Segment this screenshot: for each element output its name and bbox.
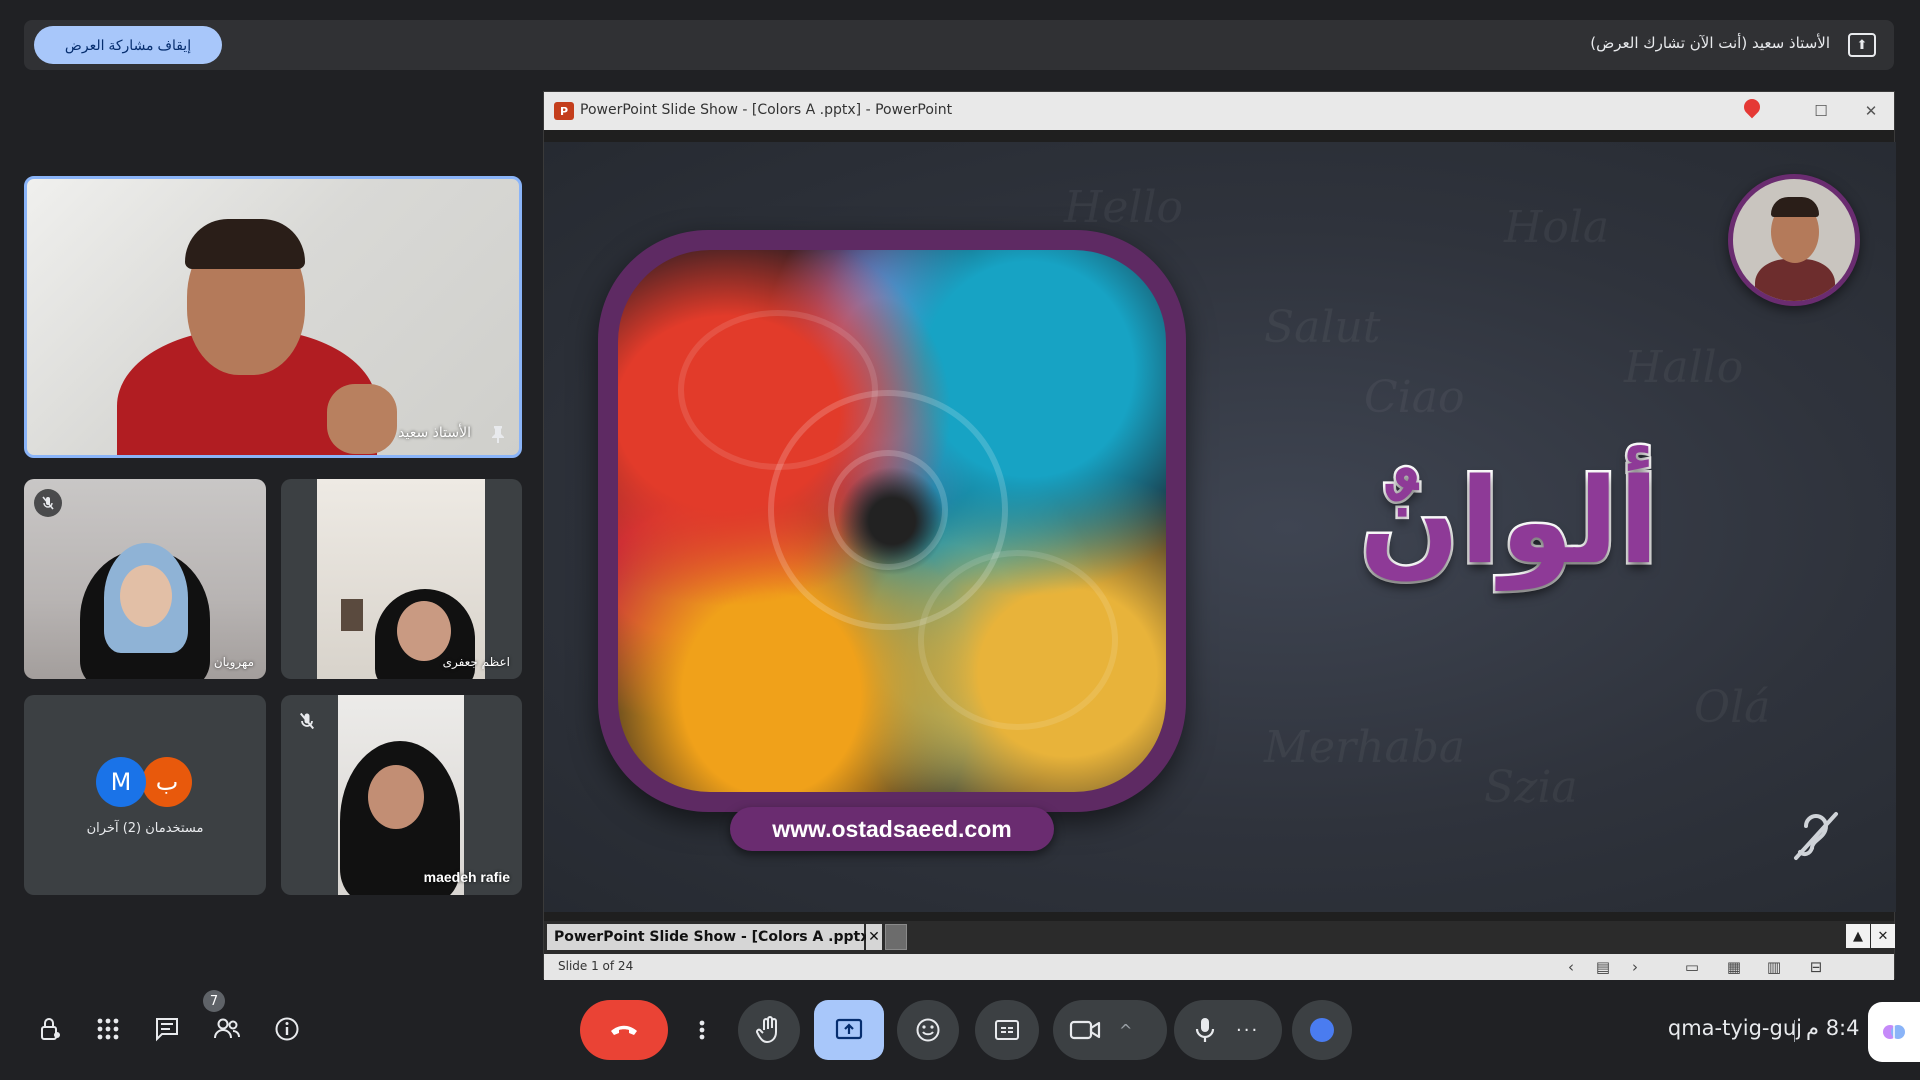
window-title: PowerPoint Slide Show - [Colors A .pptx]…: [580, 102, 953, 118]
stop-presenting-button[interactable]: إيقاف مشاركة العرض: [34, 26, 222, 64]
powerpoint-statusbar: PowerPoint Slide Show - [Colors A .pptx]…: [544, 921, 1895, 980]
pin-icon[interactable]: [491, 425, 505, 443]
clock: 8:4 م: [1806, 1016, 1860, 1040]
slide-canvas: Hello Salut Hola Ciao Hallo Olá Merhaba …: [544, 142, 1896, 912]
emoji-icon: [916, 1018, 940, 1042]
more-horiz-icon[interactable]: ···: [1236, 1020, 1259, 1041]
participant-tile[interactable]: maedeh rafie: [281, 695, 522, 895]
avatar: ب: [142, 757, 192, 807]
participant-hair: [185, 219, 305, 269]
participant-face: [120, 565, 172, 627]
background-word: Olá: [1694, 682, 1771, 733]
present-button[interactable]: [814, 1000, 884, 1060]
hand-icon: [756, 1016, 777, 1043]
slide-nav-bar: Slide 1 of 24 ‹ ▤ › ▭ ▦ ▥ ⊟: [544, 954, 1894, 980]
presenting-banner: إيقاف مشاركة العرض الأستاذ سعيد (أنت الآ…: [24, 20, 1894, 70]
participant-face: [368, 765, 424, 829]
slideshow-view-icon[interactable]: ⊟: [1806, 957, 1826, 977]
chevron-up-icon[interactable]: ^: [1119, 1021, 1132, 1040]
present-screen-icon: [835, 1018, 863, 1040]
background-word: Szia: [1484, 762, 1578, 813]
captions-button[interactable]: [975, 1000, 1039, 1060]
present-screen-icon: ⬆: [1848, 33, 1876, 57]
slide-notes-icon[interactable]: ▤: [1593, 957, 1613, 977]
end-call-button[interactable]: [580, 1000, 668, 1060]
slide-title: ألوانٌ: [1357, 450, 1662, 593]
microphone-toggle-group: ···: [1174, 1000, 1282, 1060]
host-controls-icon[interactable]: [34, 1013, 66, 1045]
people-count-badge: 7: [203, 990, 225, 1012]
background-word: Hello: [1064, 182, 1184, 233]
participant-name: maedeh rafie: [423, 869, 510, 885]
taskbar-tab-empty[interactable]: [885, 924, 907, 950]
effects-icon: [1310, 1018, 1334, 1042]
annotation-pin-icon[interactable]: [1740, 95, 1764, 119]
closed-captions-icon: [995, 1020, 1019, 1040]
sparkle-brain-icon: [1883, 1025, 1905, 1039]
phone-hangup-icon: [611, 1025, 637, 1035]
reading-view-icon[interactable]: ▥: [1764, 957, 1784, 977]
chat-icon[interactable]: [151, 1013, 183, 1045]
chevron-up-icon[interactable]: ▲: [1846, 924, 1870, 948]
close-icon[interactable]: ✕: [866, 924, 882, 950]
info-icon[interactable]: [271, 1013, 303, 1045]
pinned-participant-tile[interactable]: الأستاذ سعيد: [24, 176, 522, 458]
normal-view-icon[interactable]: ▭: [1682, 957, 1702, 977]
chevron-right-icon[interactable]: ›: [1625, 957, 1645, 977]
avatar: M: [96, 757, 146, 807]
camera-toggle-group: ^: [1053, 1000, 1167, 1060]
slideshow-taskbar-tab[interactable]: PowerPoint Slide Show - [Colors A .pptx]: [547, 924, 876, 950]
effects-button[interactable]: [1292, 1000, 1352, 1060]
participant-name: اعظم جعفری: [442, 655, 510, 669]
raise-hand-button[interactable]: [738, 1000, 800, 1060]
participant-tile[interactable]: اعظم جعفری: [281, 479, 522, 679]
powerpoint-window: P PowerPoint Slide Show - [Colors A .ppt…: [543, 91, 1896, 980]
participant-video: [317, 479, 485, 679]
close-icon[interactable]: ✕: [1858, 98, 1884, 124]
colorful-smoke-image: [618, 250, 1166, 792]
slide-sorter-icon[interactable]: ▦: [1724, 957, 1744, 977]
reactions-button[interactable]: [897, 1000, 959, 1060]
background-word: Hallo: [1624, 342, 1744, 393]
more-vert-icon: [699, 1020, 705, 1040]
background-word: Hola: [1504, 202, 1610, 253]
camera-icon[interactable]: [1069, 1018, 1101, 1042]
presenting-status-text: الأستاذ سعيد (أنت الآن تشارك العرض): [1590, 34, 1830, 52]
participant-face: [397, 601, 451, 661]
close-icon[interactable]: ✕: [1871, 924, 1895, 948]
hearing-icon: [1794, 812, 1838, 860]
participant-name: مهرويان: [213, 655, 254, 669]
background-word: Salut: [1264, 302, 1381, 353]
microphone-icon[interactable]: [1194, 1016, 1216, 1044]
others-count-label: مستخدمان (2) آخران: [86, 821, 204, 836]
wall-frame: [341, 599, 363, 631]
website-url: www.ostadsaeed.com: [730, 807, 1054, 851]
slide-counter: Slide 1 of 24: [558, 959, 634, 973]
more-options-button[interactable]: [680, 1000, 724, 1060]
participant-video: [338, 695, 464, 895]
powerpoint-logo-icon: P: [554, 102, 574, 120]
meeting-code: qma-tyig-guj: [1667, 1016, 1802, 1040]
maximize-icon[interactable]: ☐: [1808, 98, 1834, 124]
window-titlebar: P PowerPoint Slide Show - [Colors A .ppt…: [544, 92, 1894, 130]
background-word: Ciao: [1364, 372, 1465, 423]
mic-off-icon: [34, 489, 62, 517]
mic-off-icon: [299, 712, 315, 730]
divider: [1794, 1020, 1795, 1042]
background-word: Merhaba: [1264, 722, 1466, 773]
activities-icon[interactable]: [92, 1013, 124, 1045]
presenter-avatar: [1728, 174, 1860, 306]
participant-name: الأستاذ سعيد: [398, 425, 471, 441]
other-participants-tile[interactable]: M ب مستخدمان (2) آخران: [24, 695, 266, 895]
assistant-button[interactable]: [1868, 1002, 1920, 1062]
participant-hand: [327, 384, 397, 454]
slide-image-frame: [598, 230, 1186, 812]
chevron-left-icon[interactable]: ‹: [1561, 957, 1581, 977]
people-icon[interactable]: [211, 1013, 243, 1045]
participant-tile[interactable]: مهرويان: [24, 479, 266, 679]
